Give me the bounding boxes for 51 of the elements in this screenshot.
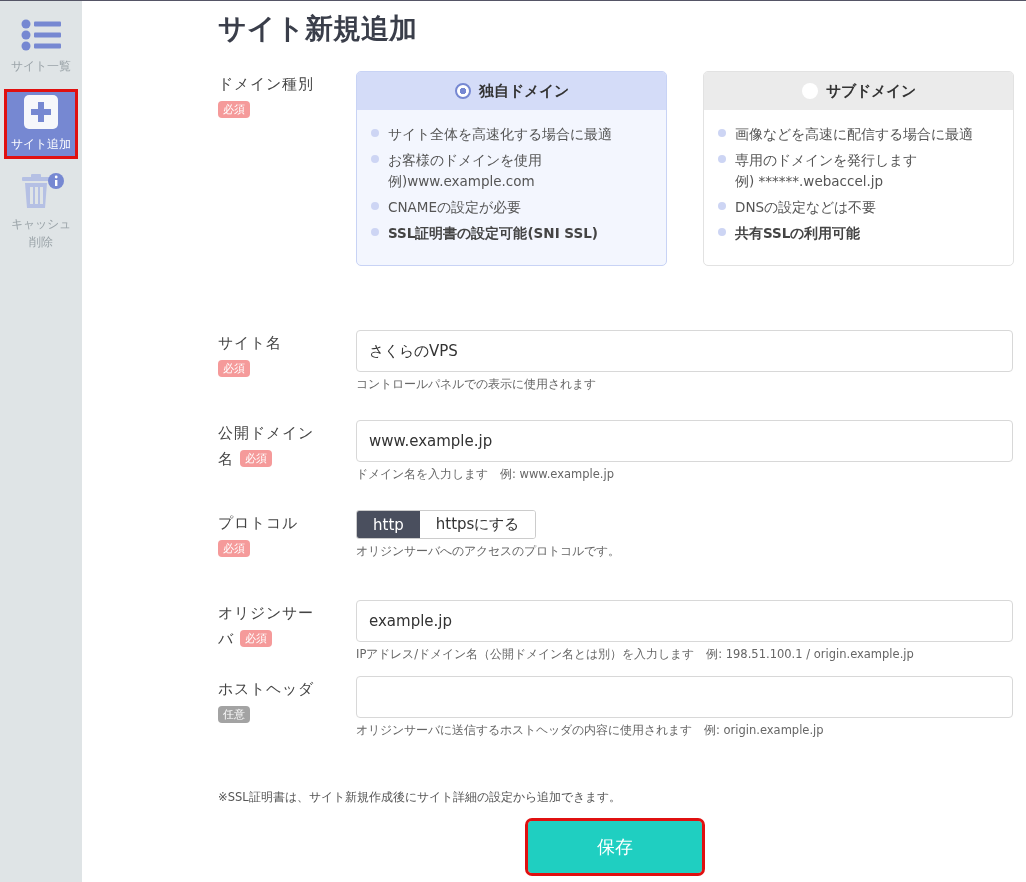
bullet-icon xyxy=(718,202,726,210)
field-label: オリジンサー xyxy=(218,604,314,622)
field-hint: ドメイン名を入力します 例: www.example.jp xyxy=(356,467,615,482)
badge: 必須 xyxy=(218,540,250,557)
note-text: ※SSL証明書は、サイト新規作成後にサイト詳細の設定から追加できます。 xyxy=(218,790,622,805)
feature-text: お客様のドメインを使用 xyxy=(388,151,542,170)
feature-text: サイト全体を高速化する場合に最適 xyxy=(388,125,612,144)
bullet-icon xyxy=(371,228,379,236)
field-label: ホストヘッダ xyxy=(218,680,314,698)
feature-text: 共有SSLの利用可能 xyxy=(735,224,861,243)
field-hint: オリジンサーバに送信するホストヘッダの内容に使用されます 例: origin.example.jp xyxy=(356,723,825,738)
feature-example: 例) ******.webaccel.jp xyxy=(735,172,885,191)
page-title: サイト新規追加 xyxy=(218,11,418,47)
bullet-icon xyxy=(718,228,726,236)
field-label: 名 xyxy=(218,450,234,468)
protocol-option[interactable]: http xyxy=(357,511,420,538)
field-hint: コントロールパネルでの表示に使用されます xyxy=(356,377,597,392)
option-title: サブドメイン xyxy=(825,81,916,101)
text-input[interactable] xyxy=(356,676,1013,718)
feature-text: CNAMEの設定が必要 xyxy=(388,198,521,217)
feature-text: 画像などを高速に配信する場合に最適 xyxy=(735,125,973,144)
bullet-icon xyxy=(371,155,379,163)
option-title: 独自ドメイン xyxy=(478,81,569,101)
bullet-icon xyxy=(718,129,726,137)
badge: 必須 xyxy=(240,630,272,647)
badge: 必須 xyxy=(240,450,272,467)
field-label: 公開ドメイン xyxy=(218,424,314,442)
field-label: バ xyxy=(218,630,234,648)
field-hint: オリジンサーバへのアクセスのプロトコルです。 xyxy=(356,544,621,559)
badge: 必須 xyxy=(218,360,250,377)
badge: 必須 xyxy=(218,101,250,118)
feature-text: 専用のドメインを発行します xyxy=(735,151,917,170)
field-label: サイト名 xyxy=(218,334,282,352)
bullet-icon xyxy=(718,155,726,163)
bullet-icon xyxy=(371,202,379,210)
domain-option-card[interactable]: サブドメイン 画像などを高速に配信する場合に最適 専用のドメインを発行します 例) ******.webaccel.jp DNSの設定などは不要 共有SSLの利用可能 xyxy=(703,71,1014,266)
text-input[interactable]: example.jp xyxy=(356,600,1013,642)
domain-option-card[interactable]: 独自ドメイン サイト全体を高速化する場合に最適 お客様のドメインを使用 例)www.example.com CNAMEの設定が必要 SSL証明書の設定可能(SNI SSL) xyxy=(356,71,667,266)
text-input[interactable]: さくらのVPS xyxy=(356,330,1013,372)
field-hint: IPアドレス/ドメイン名（公開ドメイン名とは別）を入力します 例: 198.51.100.1 / origin.example.jp xyxy=(356,647,915,662)
plus-icon xyxy=(24,95,58,129)
feature-example: 例)www.example.com xyxy=(388,172,536,191)
feature-text: DNSの設定などは不要 xyxy=(735,198,877,217)
text-input[interactable]: www.example.jp xyxy=(356,420,1013,462)
badge: 任意 xyxy=(218,706,250,723)
field-label: ドメイン種別 xyxy=(218,75,314,93)
feature-text: SSL証明書の設定可能(SNI SSL) xyxy=(388,224,598,243)
bullet-icon xyxy=(371,129,379,137)
field-label: プロトコル xyxy=(218,514,298,532)
radio-button[interactable] xyxy=(454,83,471,99)
list-icon xyxy=(21,19,61,51)
